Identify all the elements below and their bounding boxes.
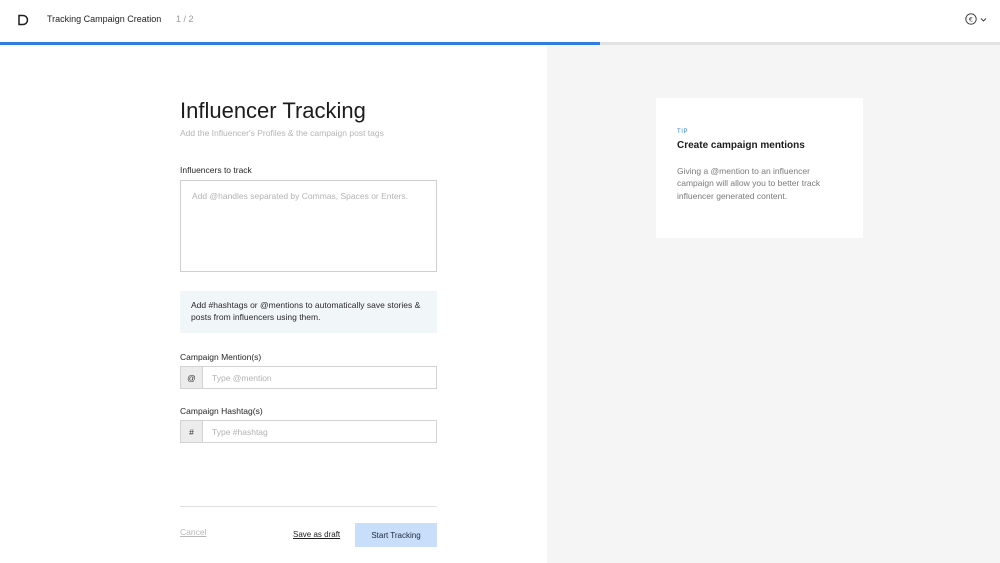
page-subtitle: Add the Influencer's Profiles & the camp… bbox=[180, 128, 384, 138]
hashtags-input[interactable] bbox=[203, 420, 437, 443]
footer-divider bbox=[180, 506, 437, 507]
mentions-field: @ bbox=[180, 366, 437, 389]
chevron-down-icon bbox=[980, 17, 987, 22]
app-title: Tracking Campaign Creation bbox=[47, 14, 162, 24]
mention-prefix: @ bbox=[180, 366, 203, 389]
step-indicator: 1 / 2 bbox=[176, 14, 194, 24]
hashtags-field: # bbox=[180, 420, 437, 443]
tip-title: Create campaign mentions bbox=[677, 140, 805, 151]
tip-card: TIP Create campaign mentions Giving a @m… bbox=[656, 98, 863, 238]
svg-text:€: € bbox=[969, 15, 973, 23]
page-title: Influencer Tracking bbox=[180, 98, 366, 123]
euro-circle-icon: € bbox=[965, 13, 977, 25]
influencers-input[interactable] bbox=[180, 180, 437, 272]
info-box: Add #hashtags or @mentions to automatica… bbox=[180, 291, 437, 333]
top-bar: Tracking Campaign Creation 1 / 2 € bbox=[0, 0, 1000, 42]
mentions-label: Campaign Mention(s) bbox=[180, 352, 262, 362]
mentions-input[interactable] bbox=[203, 366, 437, 389]
hashtags-label: Campaign Hashtag(s) bbox=[180, 406, 263, 416]
influencers-label: Influencers to track bbox=[180, 165, 252, 175]
cancel-button[interactable]: Cancel bbox=[180, 527, 206, 537]
hashtag-prefix: # bbox=[180, 420, 203, 443]
start-tracking-button[interactable]: Start Tracking bbox=[355, 523, 437, 547]
account-menu[interactable]: € bbox=[965, 13, 987, 25]
logo-icon[interactable] bbox=[17, 14, 29, 26]
save-draft-button[interactable]: Save as draft bbox=[293, 530, 340, 539]
tip-tag: TIP bbox=[677, 129, 689, 135]
tip-body: Giving a @mention to an influencer campa… bbox=[677, 166, 821, 201]
